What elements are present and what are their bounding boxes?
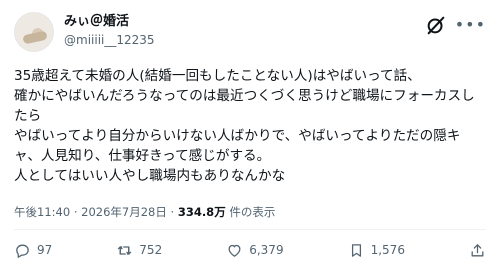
reply-count: 97 [37, 243, 53, 257]
author-display-name[interactable]: みぃ＠婚活 [64, 13, 155, 31]
post-text: 35歳超えて未婚の人(結婚一回もしたことない人)はやばいって話、 確かにやばいん… [14, 66, 488, 186]
like-count: 6,379 [249, 243, 284, 257]
meta-separator: · [170, 205, 175, 219]
header-actions: ••• [425, 14, 486, 36]
share-button[interactable] [469, 242, 486, 259]
post-text-line: 人としてはいい人やし職場内もありなんかな [14, 168, 286, 184]
bookmark-count: 1,576 [370, 243, 405, 257]
reply-icon [16, 244, 29, 258]
meta-separator: · [73, 205, 78, 219]
author-handle[interactable]: @miiiii__12235 [64, 31, 155, 49]
repost-count: 752 [139, 243, 163, 257]
post-text-line: たら [14, 108, 42, 124]
bookmark-button[interactable]: 1,576 [348, 242, 405, 259]
avatar[interactable] [14, 12, 54, 52]
grok-icon[interactable] [425, 14, 447, 36]
post-text-line: 確かにやばいんだろうなってのは最近つくづく思うけど職場にフォーカスし [14, 88, 475, 104]
author-info: みぃ＠婚活 @miiiii__12235 [64, 13, 155, 49]
bookmark-icon [351, 243, 361, 257]
reply-button[interactable]: 97 [14, 242, 52, 259]
post-header: みぃ＠婚活 @miiiii__12235 ••• [14, 12, 486, 52]
views-label: 件の表示 [229, 205, 276, 219]
action-bar: 97 752 6,379 1,576 [14, 240, 486, 260]
more-icon[interactable]: ••• [455, 14, 486, 36]
repost-button[interactable]: 752 [116, 242, 162, 259]
post-date[interactable]: 2026年7月28日 [81, 205, 167, 219]
divider [14, 229, 486, 230]
post-text-line: ャ、人見知り、仕事好きって感じがする。 [14, 148, 271, 164]
views-count: 334.8万 [177, 205, 226, 219]
heart-icon [228, 244, 241, 257]
like-button[interactable]: 6,379 [226, 242, 284, 259]
post-text-line: やばいってより自分からいけない人ばかりで、やばいってよりただの隠キ [14, 128, 461, 144]
repost-icon [118, 245, 132, 255]
post-text-line: 35歳超えて未婚の人(結婚一回もしたことない人)はやばいって話、 [14, 68, 421, 84]
post-time[interactable]: 午後11:40 [14, 205, 70, 219]
post-meta: 午後11:40 · 2026年7月28日 · 334.8万 件の表示 [14, 204, 275, 220]
share-icon [471, 243, 484, 256]
